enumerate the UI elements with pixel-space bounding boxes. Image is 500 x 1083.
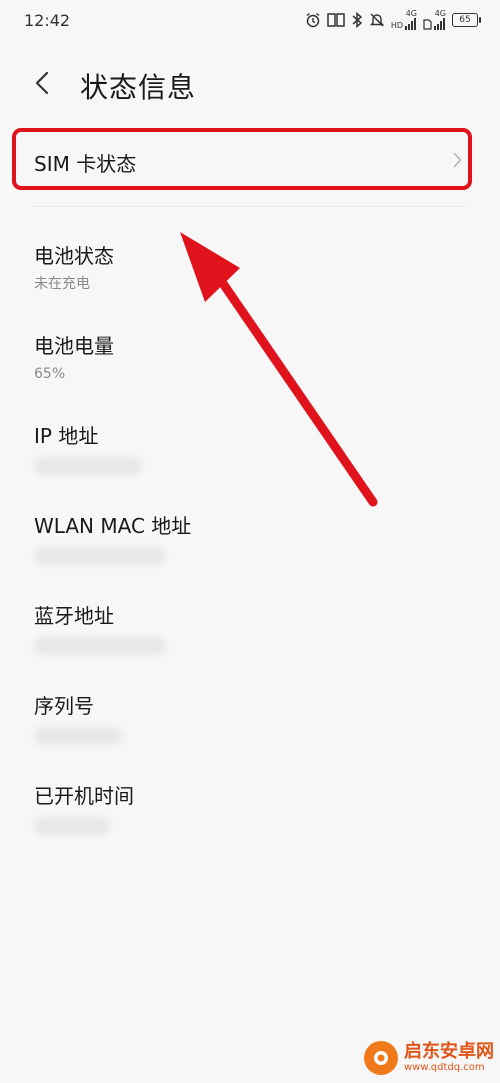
- sim-status-label: SIM 卡状态: [34, 152, 137, 176]
- network-type-label-2: 4G: [434, 9, 446, 18]
- status-bar: 12:42 4G HD 4G 65: [0, 0, 500, 42]
- info-item-bluetooth-address[interactable]: 蓝牙地址: [34, 603, 464, 655]
- network-type-label: 4G: [405, 9, 417, 18]
- app-header: 状态信息: [0, 55, 500, 115]
- info-label: 电池电量: [34, 334, 114, 358]
- status-time: 12:42: [24, 11, 71, 30]
- info-item-uptime[interactable]: 已开机时间: [34, 783, 464, 835]
- info-label: 序列号: [34, 694, 94, 718]
- signal-bars-icon: [405, 18, 416, 30]
- vibrate-icon: [327, 13, 345, 27]
- watermark-name: 启东安卓网: [404, 1041, 494, 1062]
- info-item-battery-level[interactable]: 电池电量 65%: [34, 333, 464, 383]
- redacted-value: [34, 817, 110, 835]
- info-item-wlan-mac[interactable]: WLAN MAC 地址: [34, 513, 464, 565]
- watermark-url: www.qdtdq.com: [404, 1062, 485, 1073]
- bluetooth-icon: [351, 12, 363, 28]
- chevron-left-icon: [35, 71, 49, 95]
- redacted-value: [34, 637, 166, 655]
- info-item-serial-number[interactable]: 序列号: [34, 693, 464, 745]
- info-label: IP 地址: [34, 424, 99, 448]
- info-item-battery-status[interactable]: 电池状态 未在充电: [34, 243, 464, 293]
- signal-1: 4G HD: [391, 10, 417, 30]
- hd-label: HD: [390, 21, 403, 30]
- sim-card-icon: [423, 19, 432, 30]
- redacted-value: [34, 457, 142, 475]
- status-icons: 4G HD 4G 65: [305, 10, 481, 30]
- info-value: 65%: [34, 366, 66, 382]
- back-button[interactable]: [22, 63, 62, 103]
- info-label: 蓝牙地址: [34, 604, 114, 628]
- alarm-icon: [305, 12, 321, 28]
- watermark: 启东安卓网 www.qdtdq.com: [364, 1041, 494, 1075]
- signal-bars-icon: [434, 18, 445, 30]
- battery-icon: 65: [452, 13, 481, 27]
- signal-2: 4G: [423, 10, 446, 30]
- info-label: 电池状态: [34, 244, 114, 268]
- info-label: WLAN MAC 地址: [34, 514, 192, 538]
- watermark-logo-icon: [364, 1041, 398, 1075]
- info-item-ip-address[interactable]: IP 地址: [34, 423, 464, 475]
- info-label: 已开机时间: [34, 784, 134, 808]
- page-title: 状态信息: [80, 71, 197, 104]
- mute-icon: [369, 12, 385, 28]
- redacted-value: [34, 547, 166, 565]
- chevron-right-icon: [453, 152, 462, 172]
- sim-status-row[interactable]: SIM 卡状态: [14, 130, 470, 190]
- info-value: 未在充电: [34, 276, 90, 292]
- divider: [34, 206, 466, 207]
- redacted-value: [34, 727, 122, 745]
